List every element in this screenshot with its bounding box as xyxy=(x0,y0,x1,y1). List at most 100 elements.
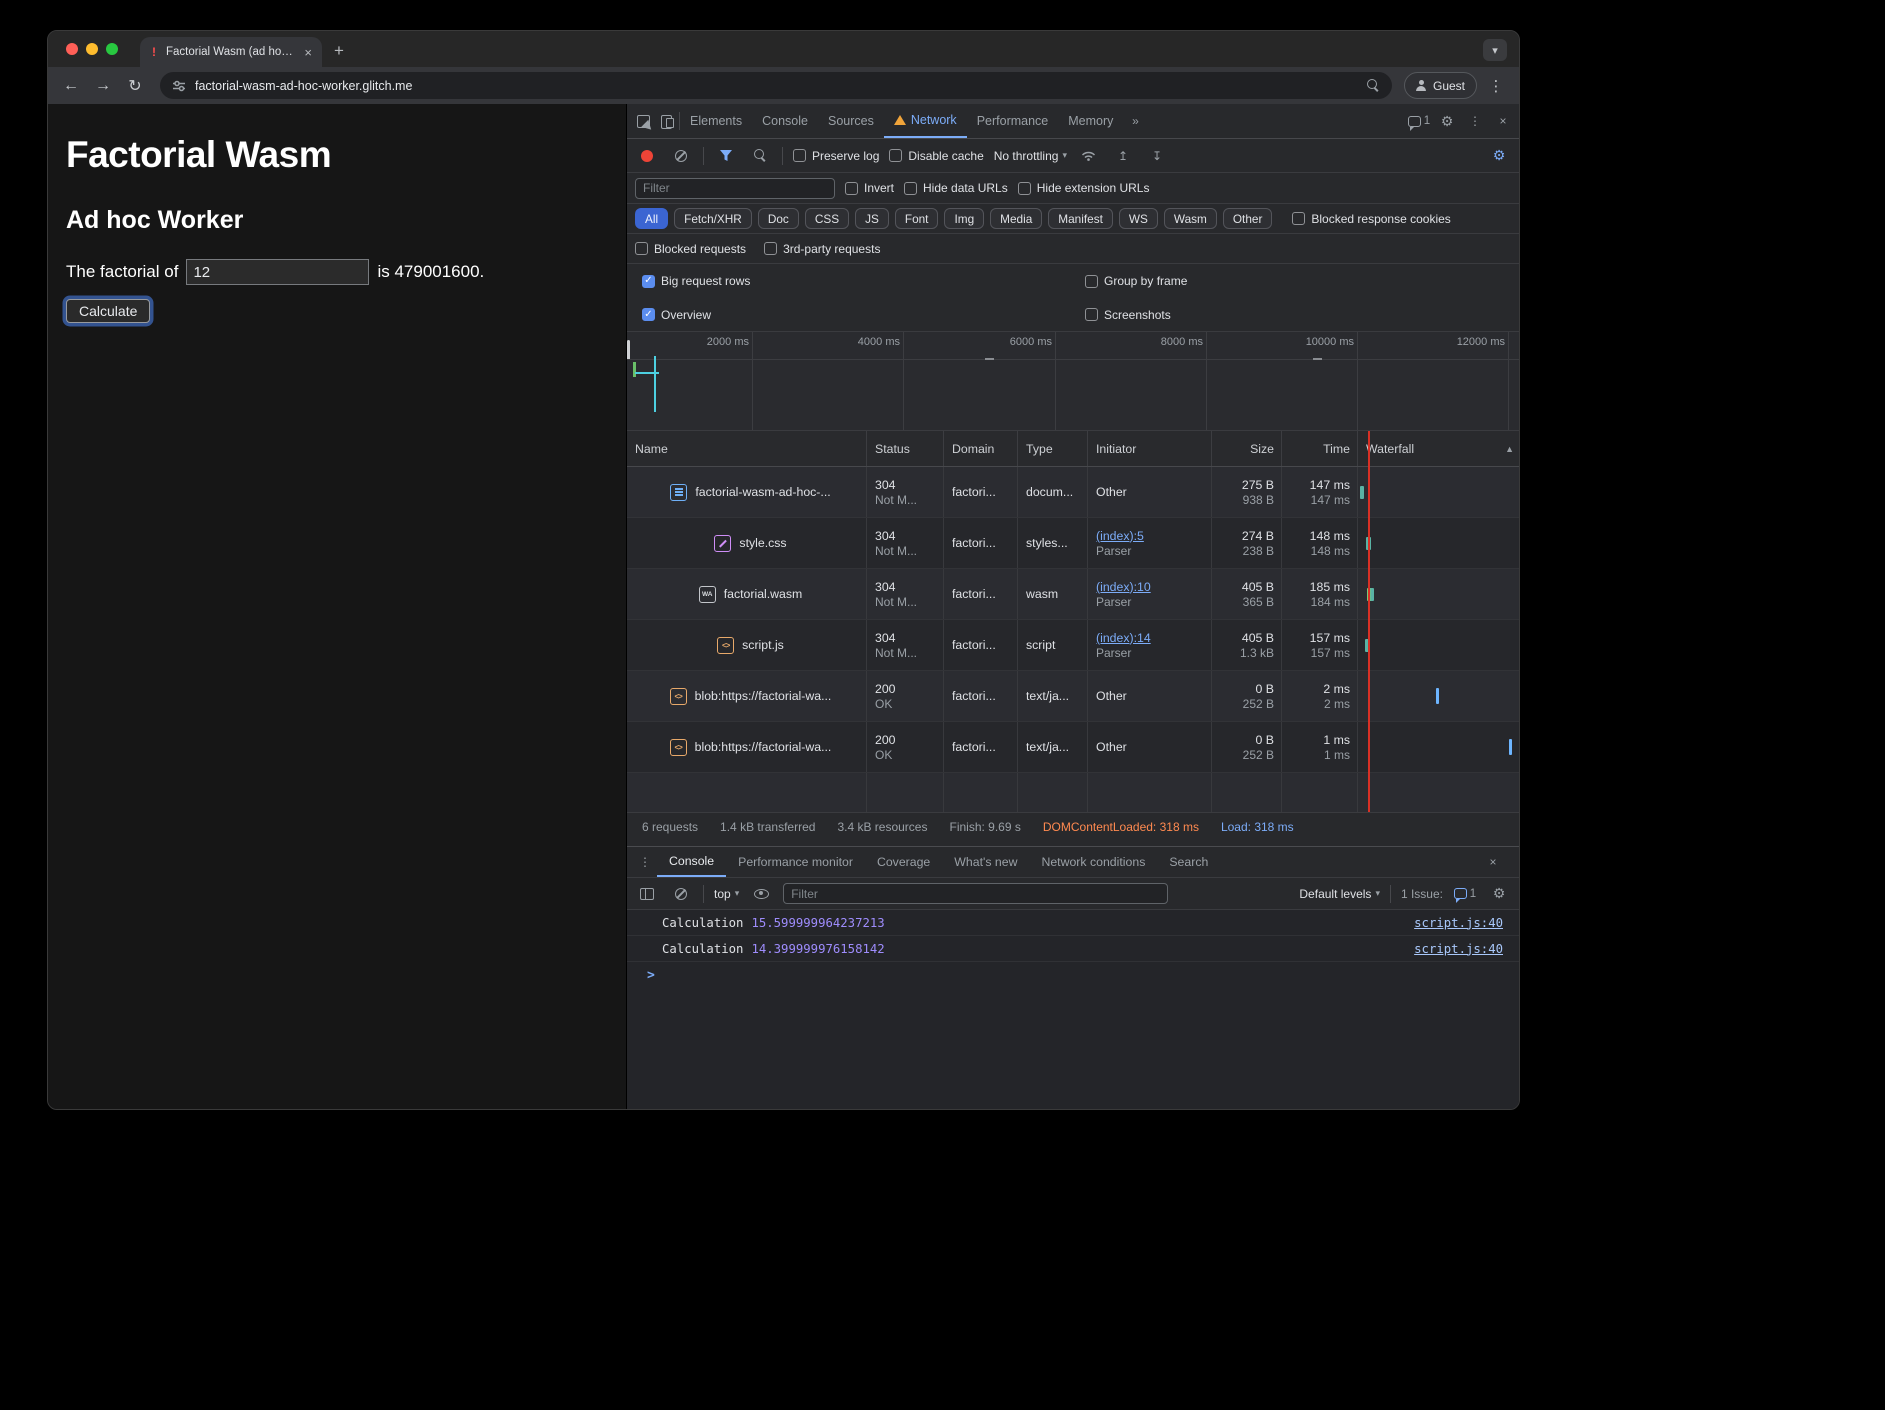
drawer-tab-performance-monitor[interactable]: Performance monitor xyxy=(726,847,865,877)
live-expression-button[interactable] xyxy=(749,882,773,906)
table-row[interactable]: <>script.js 304Not M... factori... scrip… xyxy=(627,620,1519,671)
column-header-time[interactable]: Time xyxy=(1282,431,1358,466)
console-prompt-row[interactable]: > xyxy=(627,962,1519,988)
filter-chip-media[interactable]: Media xyxy=(990,208,1042,229)
initiator-link[interactable]: (index):10 xyxy=(1096,579,1211,595)
blocked-requests-checkbox[interactable]: Blocked requests xyxy=(635,242,746,256)
clear-console-button[interactable] xyxy=(669,882,693,906)
filter-chip-img[interactable]: Img xyxy=(944,208,984,229)
disable-cache-checkbox[interactable]: Disable cache xyxy=(889,149,983,163)
column-header-waterfall[interactable]: Waterfall ▲ xyxy=(1358,431,1519,466)
more-tabs-button[interactable]: » xyxy=(1123,109,1147,133)
table-row[interactable]: <>blob:https://factorial-wa... 200OK fac… xyxy=(627,671,1519,722)
overview-drag-handle[interactable] xyxy=(627,340,630,360)
column-header-size[interactable]: Size xyxy=(1212,431,1282,466)
filter-chip-ws[interactable]: WS xyxy=(1119,208,1158,229)
issues-button[interactable]: 1 xyxy=(1407,109,1431,133)
filter-chip-manifest[interactable]: Manifest xyxy=(1048,208,1113,229)
drawer-tab-network-conditions[interactable]: Network conditions xyxy=(1029,847,1157,877)
request-name[interactable]: factorial-wasm-ad-hoc-... xyxy=(695,484,830,500)
filter-chip-css[interactable]: CSS xyxy=(805,208,849,229)
group-by-frame-checkbox[interactable]: Group by frame xyxy=(1085,274,1187,288)
url-text[interactable]: factorial-wasm-ad-hoc-worker.glitch.me xyxy=(195,79,412,93)
network-settings-button[interactable]: ⚙ xyxy=(1487,144,1511,168)
network-overview-timeline[interactable]: 2000 ms 4000 ms 6000 ms 8000 ms 10000 ms… xyxy=(627,331,1519,431)
network-filter-input[interactable] xyxy=(635,178,835,199)
table-row[interactable]: WAfactorial.wasm 304Not M... factori... … xyxy=(627,569,1519,620)
drawer-tab-coverage[interactable]: Coverage xyxy=(865,847,942,877)
url-bar[interactable]: factorial-wasm-ad-hoc-worker.glitch.me xyxy=(160,72,1392,99)
request-name[interactable]: blob:https://factorial-wa... xyxy=(695,739,832,755)
minimize-window-button[interactable] xyxy=(86,43,98,55)
tab-network[interactable]: Network xyxy=(884,104,967,138)
column-header-name[interactable]: Name xyxy=(627,431,867,466)
filter-chip-other[interactable]: Other xyxy=(1223,208,1273,229)
device-toolbar-button[interactable] xyxy=(655,109,679,133)
column-header-initiator[interactable]: Initiator xyxy=(1088,431,1212,466)
tab-memory[interactable]: Memory xyxy=(1058,104,1123,138)
inspect-element-button[interactable] xyxy=(631,109,655,133)
initiator-link[interactable]: (index):14 xyxy=(1096,630,1211,646)
reload-button[interactable]: ↻ xyxy=(122,73,148,99)
column-header-type[interactable]: Type xyxy=(1018,431,1088,466)
throttling-dropdown[interactable]: No throttling▾ xyxy=(994,149,1067,163)
invert-checkbox[interactable]: Invert xyxy=(845,181,894,195)
request-name[interactable]: script.js xyxy=(742,637,784,653)
drawer-close-button[interactable]: × xyxy=(1481,850,1505,874)
console-sidebar-button[interactable] xyxy=(635,882,659,906)
tab-performance[interactable]: Performance xyxy=(967,104,1059,138)
filter-chip-wasm[interactable]: Wasm xyxy=(1164,208,1217,229)
import-har-button[interactable]: ↥ xyxy=(1111,144,1135,168)
message-source-link[interactable]: script.js:40 xyxy=(1414,942,1503,956)
request-name[interactable]: blob:https://factorial-wa... xyxy=(695,688,832,704)
overview-checkbox[interactable]: Overview xyxy=(642,308,711,322)
filter-chip-all[interactable]: All xyxy=(635,208,668,229)
filter-chip-doc[interactable]: Doc xyxy=(758,208,799,229)
big-request-rows-checkbox[interactable]: Big request rows xyxy=(642,274,750,288)
request-name[interactable]: style.css xyxy=(739,535,786,551)
browser-menu-button[interactable]: ⋮ xyxy=(1483,73,1509,99)
table-row[interactable]: <>blob:https://factorial-wa... 200OK fac… xyxy=(627,722,1519,773)
drawer-menu-button[interactable]: ⋮ xyxy=(633,850,657,874)
message-source-link[interactable]: script.js:40 xyxy=(1414,916,1503,930)
drawer-tab-whats-new[interactable]: What's new xyxy=(942,847,1029,877)
zoom-icon[interactable] xyxy=(1367,79,1380,92)
record-network-log-button[interactable] xyxy=(635,144,659,168)
table-row[interactable]: style.css 304Not M... factori... styles.… xyxy=(627,518,1519,569)
console-filter-input[interactable] xyxy=(783,883,1168,904)
fullscreen-window-button[interactable] xyxy=(106,43,118,55)
column-header-domain[interactable]: Domain xyxy=(944,431,1018,466)
hide-data-urls-checkbox[interactable]: Hide data URLs xyxy=(904,181,1008,195)
console-settings-button[interactable]: ⚙ xyxy=(1487,882,1511,906)
search-network-button[interactable] xyxy=(748,144,772,168)
devtools-menu-button[interactable]: ⋮ xyxy=(1463,109,1487,133)
third-party-requests-checkbox[interactable]: 3rd-party requests xyxy=(764,242,880,256)
issues-label[interactable]: 1 Issue: xyxy=(1401,887,1443,901)
clear-network-log-button[interactable] xyxy=(669,144,693,168)
network-conditions-button[interactable] xyxy=(1077,144,1101,168)
filter-chip-font[interactable]: Font xyxy=(895,208,939,229)
drawer-tab-console[interactable]: Console xyxy=(657,847,726,877)
screenshots-checkbox[interactable]: Screenshots xyxy=(1085,308,1171,322)
tab-sources[interactable]: Sources xyxy=(818,104,884,138)
filter-toggle-button[interactable] xyxy=(714,144,738,168)
tab-search-button[interactable]: ▾ xyxy=(1483,39,1507,61)
calculate-button[interactable]: Calculate xyxy=(66,299,150,323)
site-settings-icon[interactable] xyxy=(172,80,186,92)
filter-chip-js[interactable]: JS xyxy=(855,208,889,229)
close-window-button[interactable] xyxy=(66,43,78,55)
column-header-status[interactable]: Status xyxy=(867,431,944,466)
table-row[interactable]: factorial-wasm-ad-hoc-... 304Not M... fa… xyxy=(627,467,1519,518)
devtools-settings-button[interactable]: ⚙ xyxy=(1435,109,1459,133)
devtools-close-button[interactable]: × xyxy=(1491,109,1515,133)
console-issues-button[interactable]: 1 xyxy=(1453,882,1477,906)
factorial-input[interactable] xyxy=(186,259,369,285)
blocked-response-cookies-checkbox[interactable]: Blocked response cookies xyxy=(1292,212,1450,226)
back-button[interactable]: ← xyxy=(58,73,84,99)
preserve-log-checkbox[interactable]: Preserve log xyxy=(793,149,879,163)
tab-console[interactable]: Console xyxy=(752,104,818,138)
new-tab-button[interactable]: + xyxy=(334,41,344,61)
drawer-tab-search[interactable]: Search xyxy=(1157,847,1220,877)
tab-close-icon[interactable]: × xyxy=(302,45,314,60)
export-har-button[interactable]: ↧ xyxy=(1145,144,1169,168)
